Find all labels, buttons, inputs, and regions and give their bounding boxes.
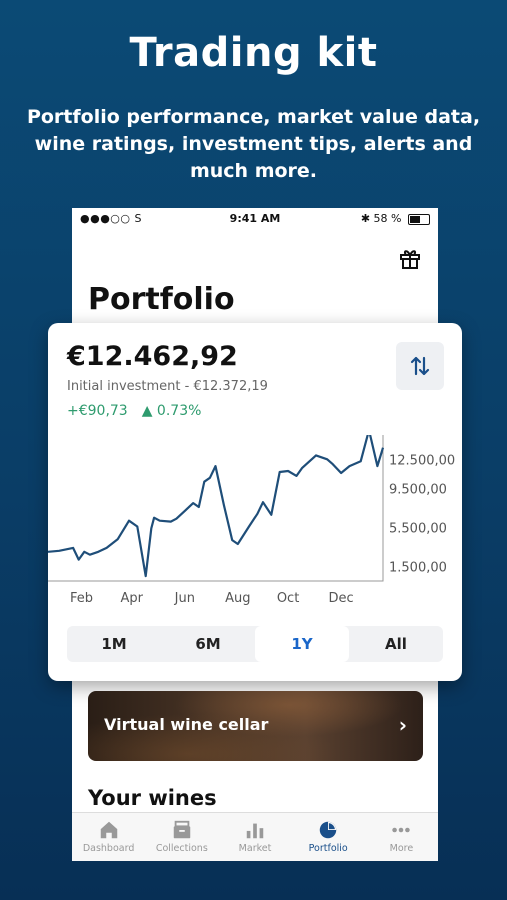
tab-label: Dashboard xyxy=(82,843,135,854)
cellar-label: Virtual wine cellar xyxy=(104,715,269,734)
page-title: Portfolio xyxy=(88,282,235,317)
chart-axes xyxy=(48,435,384,582)
battery-percent: 58 % xyxy=(373,212,402,225)
x-tick-label: Oct xyxy=(277,591,299,606)
tab-more[interactable]: More xyxy=(365,813,438,861)
portfolio-chart: 12.500,00 9.500,00 5.500,00 1.500,00 Feb Apr J… xyxy=(48,435,455,606)
period-6m[interactable]: 6M xyxy=(161,626,255,662)
y-tick-label: 12.500,00 xyxy=(389,453,455,468)
chevron-right-icon: › xyxy=(398,713,407,737)
bluetooth-icon: ✱ xyxy=(360,212,371,225)
portfolio-change: +€90,73 ▲ 0.73% xyxy=(67,403,201,419)
y-tick-label: 5.500,00 xyxy=(389,521,447,536)
x-tick-label: Jun xyxy=(174,591,195,606)
series-line xyxy=(48,435,385,578)
hero-title: Trading kit xyxy=(129,30,378,76)
tab-bar: Dashboard Collections Market Portfolio More xyxy=(72,812,438,861)
period-1y[interactable]: 1Y xyxy=(255,626,349,662)
battery-status: ✱ 58 % xyxy=(361,212,430,225)
tab-market[interactable]: Market xyxy=(218,813,291,861)
period-1m[interactable]: 1M xyxy=(67,626,161,662)
tab-dashboard[interactable]: Dashboard xyxy=(72,813,145,861)
period-all[interactable]: All xyxy=(349,626,443,662)
gift-icon[interactable] xyxy=(398,246,422,270)
change-absolute: +€90,73 xyxy=(67,403,128,419)
hero-subtitle: Portfolio performance, market value data… xyxy=(26,106,481,182)
x-tick-label: Feb xyxy=(70,591,93,606)
your-wines-heading: Your wines xyxy=(88,786,217,810)
period-selector: 1M 6M 1Y All xyxy=(67,626,443,662)
y-tick-label: 9.500,00 xyxy=(389,483,447,498)
x-tick-label: Apr xyxy=(121,591,144,606)
tab-label: Portfolio xyxy=(308,843,348,854)
tab-label: More xyxy=(389,843,414,854)
tab-collections[interactable]: Collections xyxy=(145,813,218,861)
y-tick-label: 1.500,00 xyxy=(389,560,447,575)
status-bar: ●●●○○ S 9:41 AM ✱ 58 % xyxy=(72,208,438,230)
portfolio-icon xyxy=(319,821,337,839)
tab-label: Market xyxy=(238,843,272,854)
market-icon xyxy=(246,823,264,839)
collections-icon xyxy=(173,820,191,839)
swap-arrows-icon xyxy=(410,356,430,376)
x-tick-label: Dec xyxy=(329,591,354,606)
initial-investment: Initial investment - €12.372,19 xyxy=(67,379,268,394)
home-icon xyxy=(100,821,117,839)
virtual-cellar-banner[interactable]: Virtual wine cellar › xyxy=(88,691,423,761)
x-tick-label: Aug xyxy=(225,591,250,606)
tab-label: Collections xyxy=(155,843,208,854)
sort-toggle-button[interactable] xyxy=(396,342,444,390)
tab-portfolio[interactable]: Portfolio xyxy=(292,813,365,861)
portfolio-card: €12.462,92 Initial investment - €12.372,… xyxy=(48,323,462,681)
portfolio-value: €12.462,92 xyxy=(67,341,238,372)
battery-icon xyxy=(408,213,430,225)
change-percent: ▲ 0.73% xyxy=(141,403,202,419)
more-icon xyxy=(392,827,411,833)
